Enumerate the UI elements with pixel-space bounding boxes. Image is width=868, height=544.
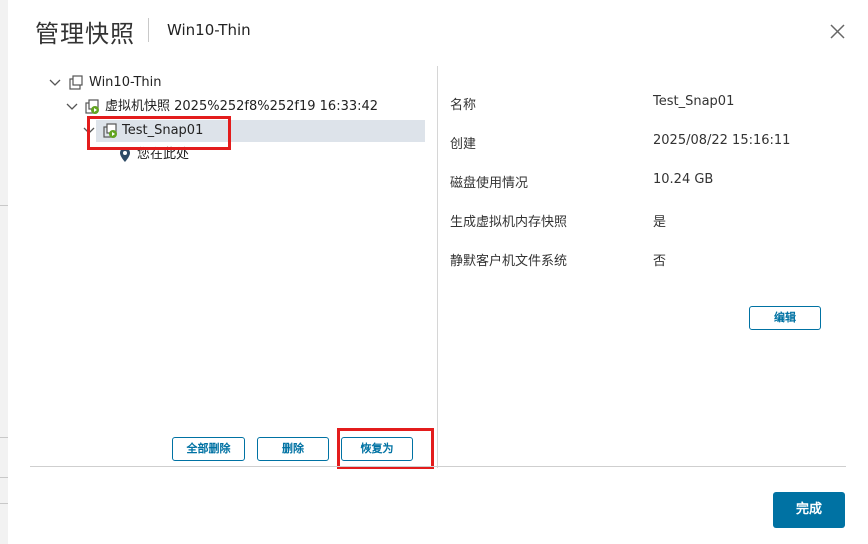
- chevron-down-icon[interactable]: [65, 100, 79, 114]
- detail-value-created: 2025/08/22 15:16:11: [653, 133, 791, 148]
- tree-node-snapshot-selected[interactable]: Test_Snap01: [96, 120, 425, 142]
- tree-node-snapshot-selected-label: Test_Snap01: [122, 123, 204, 138]
- snapshot-icon: [85, 99, 99, 114]
- detail-label-created: 创建: [450, 137, 477, 152]
- snapshot-running-icon: [103, 123, 117, 138]
- tree-node-you-are-here: 您在此处: [40, 144, 240, 166]
- background-window-edge: [0, 0, 8, 544]
- chevron-down-icon[interactable]: [48, 76, 62, 90]
- snapshot-tree: Win10-Thin 虚拟机快照 2025%252f8%252f19 16:33…: [40, 70, 430, 190]
- vm-icon: [69, 75, 83, 90]
- detail-label-quiesce: 静默客户机文件系统: [450, 254, 568, 269]
- dialog-title: 管理快照: [35, 20, 135, 48]
- detail-label-disk-usage: 磁盘使用情况: [450, 176, 529, 191]
- tree-node-snapshot-parent-label: 虚拟机快照 2025%252f8%252f19 16:33:42: [105, 99, 379, 114]
- done-button[interactable]: 完成: [773, 492, 845, 528]
- tree-node-snapshot-parent[interactable]: 虚拟机快照 2025%252f8%252f19 16:33:42: [40, 96, 380, 118]
- detail-value-memory-snapshot: 是: [653, 215, 667, 230]
- delete-all-button[interactable]: 全部删除: [172, 437, 245, 461]
- detail-label-memory-snapshot: 生成虚拟机内存快照: [450, 215, 568, 230]
- close-icon: [830, 24, 845, 39]
- edit-button[interactable]: 编辑: [749, 306, 821, 330]
- detail-value-name: Test_Snap01: [653, 94, 735, 109]
- tree-node-vm-label: Win10-Thin: [89, 75, 162, 90]
- location-pin-icon: [120, 148, 130, 162]
- tree-node-vm[interactable]: Win10-Thin: [40, 72, 340, 94]
- detail-value-quiesce: 否: [653, 254, 667, 269]
- tree-node-you-are-here-label: 您在此处: [137, 147, 190, 162]
- revert-button[interactable]: 恢复为: [341, 437, 413, 461]
- title-divider: [148, 18, 149, 42]
- footer-divider: [30, 466, 846, 467]
- delete-button[interactable]: 删除: [257, 437, 329, 461]
- detail-value-disk-usage: 10.24 GB: [653, 172, 714, 187]
- panel-divider: [437, 66, 438, 468]
- close-button[interactable]: [826, 20, 848, 42]
- dialog-subtitle: Win10-Thin: [167, 21, 251, 39]
- chevron-down-icon[interactable]: [82, 124, 96, 138]
- detail-label-name: 名称: [450, 98, 477, 113]
